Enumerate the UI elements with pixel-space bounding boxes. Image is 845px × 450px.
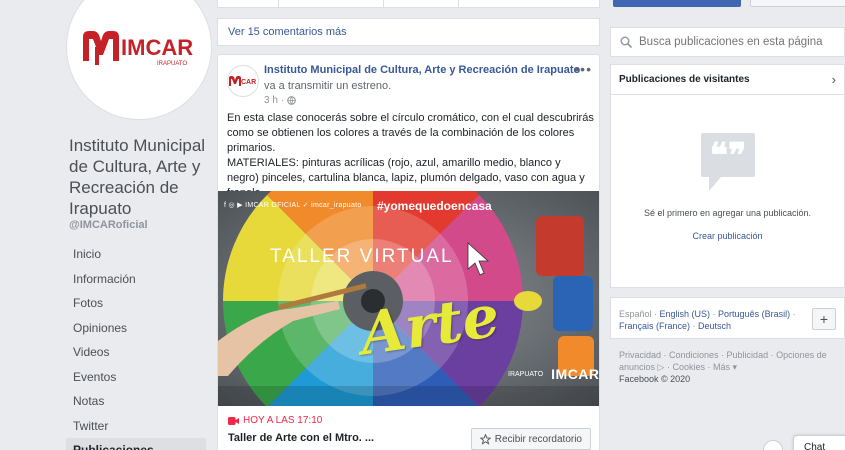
whatsapp-button[interactable]	[613, 0, 741, 7]
nav-item-publicaciones[interactable]: Publicaciones	[66, 438, 206, 450]
image-logos: IRAPUATO IMCAR	[508, 366, 600, 382]
view-more-comments-link[interactable]: Ver 15 comentarios más	[217, 18, 600, 46]
page-handle[interactable]: @IMCARoficial	[69, 219, 148, 231]
post-image[interactable]: f ◎ ▶ IMCAR OFICIAL ✓ imcar_irapuato #yo…	[218, 191, 600, 406]
post-options-icon[interactable]: •••	[574, 61, 592, 77]
language-panel: Español · English (US) · Português (Bras…	[610, 297, 845, 339]
messenger-button[interactable]	[750, 0, 845, 7]
nav-item-informacion[interactable]: Información	[66, 267, 206, 292]
search-posts-box[interactable]	[610, 27, 845, 57]
nav-item-inicio[interactable]: Inicio	[66, 242, 206, 267]
get-reminder-button[interactable]: Recibir recordatorio	[470, 428, 591, 450]
create-post-link[interactable]: Crear publicación	[611, 231, 844, 241]
nav-item-videos[interactable]: Videos	[66, 340, 206, 365]
post-author-name[interactable]: Instituto Municipal de Cultura, Arte y R…	[264, 64, 580, 76]
star-icon	[479, 433, 491, 445]
page-nav: Inicio Información Fotos Opiniones Video…	[66, 242, 206, 450]
imcar-logo-small: CAR	[229, 76, 256, 86]
nav-item-twitter[interactable]: Twitter	[66, 414, 206, 439]
video-camera-icon	[228, 416, 239, 425]
visitor-posts-title: Publicaciones de visitantes	[619, 74, 750, 85]
footer-links[interactable]: Privacidad · Condiciones · Publicidad · …	[619, 349, 829, 373]
language-link[interactable]: English (US)	[660, 309, 711, 319]
event-title[interactable]: Taller de Arte con el Mtro. ...	[228, 432, 374, 444]
nav-item-fotos[interactable]: Fotos	[66, 291, 206, 316]
search-posts-input[interactable]	[639, 36, 834, 48]
post-meta: 3 h ·	[264, 95, 297, 106]
nav-item-eventos[interactable]: Eventos	[66, 365, 206, 390]
language-current: Español	[619, 309, 652, 319]
page-title: Instituto Municipal de Cultura, Arte y R…	[69, 136, 206, 218]
language-list: Español · English (US) · Português (Bras…	[619, 309, 796, 331]
visitor-posts-panel: Publicaciones de visitantes › ❝❞ Sé el p…	[610, 64, 845, 288]
language-link[interactable]: Deutsch	[698, 321, 731, 331]
imcar-logo-white: IMCAR	[551, 366, 600, 382]
language-link[interactable]: Français (France)	[619, 321, 690, 331]
post-card: CAR Instituto Municipal de Cultura, Arte…	[217, 54, 600, 450]
chat-settings-icon[interactable]	[763, 440, 783, 450]
svg-text:IRAPUATO: IRAPUATO	[157, 61, 187, 67]
page-profile-picture[interactable]: IMCAR IRAPUATO	[66, 0, 212, 120]
event-date-text: HOY A LAS 17:10	[243, 415, 323, 426]
action-divider	[278, 0, 279, 8]
svg-text:IMCAR: IMCAR	[121, 35, 193, 60]
post-author-avatar[interactable]: CAR	[227, 65, 259, 97]
event-date: HOY A LAS 17:10	[228, 415, 322, 426]
nav-item-notas[interactable]: Notas	[66, 389, 206, 414]
nav-item-opiniones[interactable]: Opiniones	[66, 316, 206, 341]
previous-post-action-bar	[217, 0, 600, 8]
visitor-posts-header[interactable]: Publicaciones de visitantes ›	[611, 65, 844, 95]
post-timestamp[interactable]: 3 h	[264, 95, 278, 106]
imcar-logo-mark: IMCAR IRAPUATO	[83, 31, 193, 67]
svg-text:CAR: CAR	[241, 79, 256, 86]
action-divider	[383, 0, 384, 8]
post-body: En esta clase conocerás sobre el círculo…	[227, 111, 595, 201]
language-link[interactable]: Português (Brasil)	[718, 309, 790, 319]
irapuato-logo: IRAPUATO	[508, 370, 544, 378]
svg-text:❝❞: ❝❞	[710, 136, 747, 176]
imcar-logo: IMCAR IRAPUATO	[79, 25, 199, 69]
copyright: Facebook © 2020	[619, 374, 691, 384]
image-hashtag: #yomequedoencasa	[377, 199, 492, 213]
get-reminder-label: Recibir recordatorio	[494, 433, 582, 445]
post-body-paragraph: En esta clase conocerás sobre el círculo…	[227, 112, 594, 154]
meta-separator: ·	[280, 95, 285, 106]
globe-icon	[287, 96, 297, 105]
chat-tab[interactable]: Chat	[793, 435, 845, 450]
chevron-right-icon: ›	[831, 72, 836, 87]
add-language-button[interactable]: +	[812, 308, 836, 330]
visitor-empty-text: Sé el primero en agregar una publicación…	[643, 208, 812, 218]
image-social-handles: f ◎ ▶ IMCAR OFICIAL ✓ imcar_irapuato	[224, 202, 362, 209]
post-action-text: va a transmitir un estreno.	[264, 80, 392, 92]
action-divider	[458, 0, 459, 8]
quote-bubble-icon: ❝❞	[701, 133, 755, 191]
image-headline: TALLER VIRTUAL	[270, 246, 454, 267]
search-icon	[620, 36, 632, 48]
